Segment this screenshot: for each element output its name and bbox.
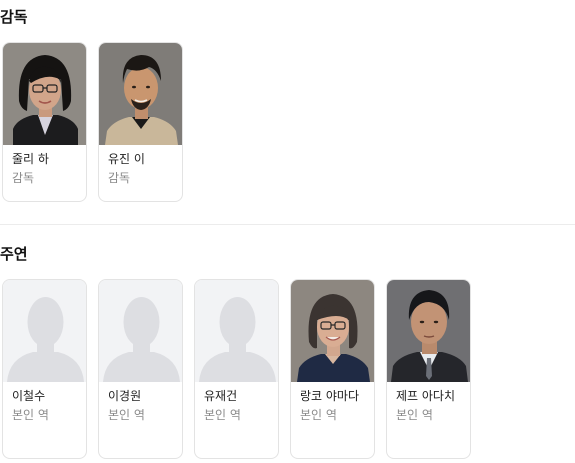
person-card-director-1[interactable]: 줄리 하 감독 [2,42,87,202]
person-name: 이경원 [108,389,142,403]
person-placeholder-icon [195,280,278,382]
cast-heading: 주연 [0,245,28,263]
person-card-cast-1[interactable]: 이철수 본인 역 [2,279,87,459]
person-card-cast-3[interactable]: 유재건 본인 역 [194,279,279,459]
person-card-cast-5[interactable]: 제프 아다치 본인 역 [386,279,471,459]
person-photo [3,43,86,145]
person-photo [387,280,470,382]
person-placeholder-icon [99,280,182,382]
person-role: 본인 역 [108,408,145,422]
person-card-cast-2[interactable]: 이경원 본인 역 [98,279,183,459]
person-role: 본인 역 [12,408,49,422]
person-card-cast-4[interactable]: 랑코 야마다 본인 역 [290,279,375,459]
person-photo [291,280,374,382]
person-name: 줄리 하 [12,152,49,166]
person-role: 본인 역 [300,408,337,422]
person-role: 본인 역 [396,408,433,422]
section-divider [0,224,575,225]
person-card-director-2[interactable]: 유진 이 감독 [98,42,183,202]
person-name: 이철수 [12,389,46,403]
person-name: 유진 이 [108,152,145,166]
person-role: 감독 [12,171,35,185]
person-role: 감독 [108,171,131,185]
person-role: 본인 역 [204,408,241,422]
person-name: 제프 아다치 [396,389,456,403]
person-placeholder-icon [3,280,86,382]
person-name: 랑코 야마다 [300,389,360,403]
directors-heading: 감독 [0,8,28,26]
person-photo [99,43,182,145]
person-name: 유재건 [204,389,238,403]
